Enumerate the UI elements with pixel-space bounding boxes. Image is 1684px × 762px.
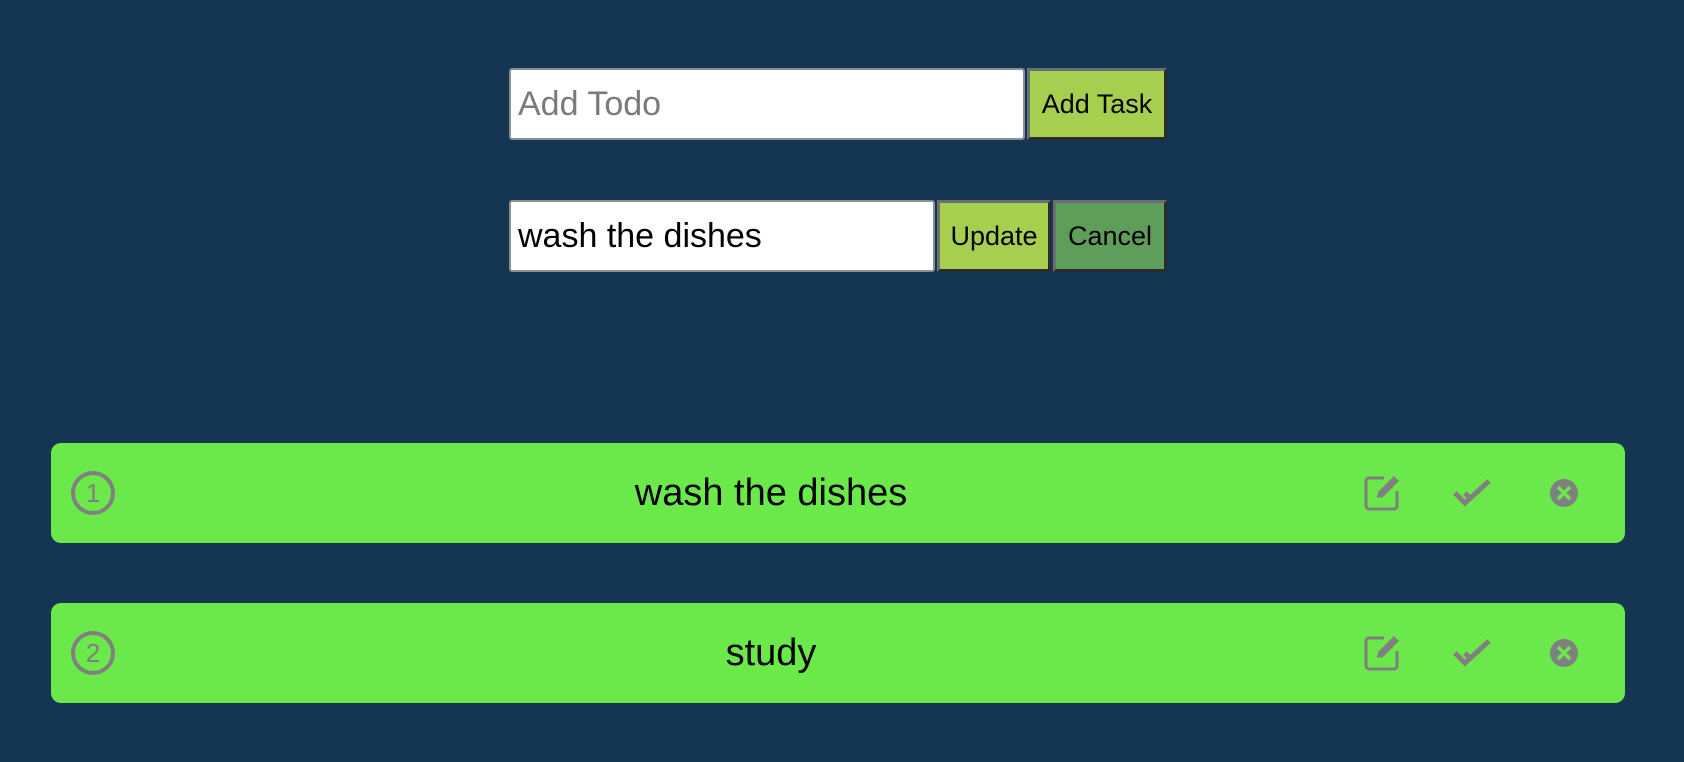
cancel-button[interactable]: Cancel [1053, 200, 1167, 272]
todo-app: Add Task Update Cancel 1 wash the dishes [0, 0, 1684, 762]
edit-todo-form: Update Cancel [509, 200, 1167, 272]
update-button[interactable]: Update [937, 200, 1051, 272]
add-todo-form: Add Task [509, 68, 1167, 140]
check-icon[interactable] [1453, 633, 1493, 673]
item-number-badge: 2 [71, 631, 115, 675]
todo-item: 2 study [51, 603, 1625, 703]
delete-icon[interactable] [1544, 473, 1584, 513]
add-task-button[interactable]: Add Task [1027, 68, 1167, 140]
todo-title: wash the dishes [634, 472, 908, 514]
todo-item: 1 wash the dishes [51, 443, 1625, 543]
item-number-badge: 1 [71, 471, 115, 515]
edit-icon[interactable] [1362, 473, 1402, 513]
todo-title: study [725, 632, 817, 674]
check-icon[interactable] [1453, 473, 1493, 513]
add-todo-input[interactable] [509, 68, 1025, 140]
edit-todo-input[interactable] [509, 200, 935, 272]
delete-icon[interactable] [1544, 633, 1584, 673]
edit-icon[interactable] [1362, 633, 1402, 673]
